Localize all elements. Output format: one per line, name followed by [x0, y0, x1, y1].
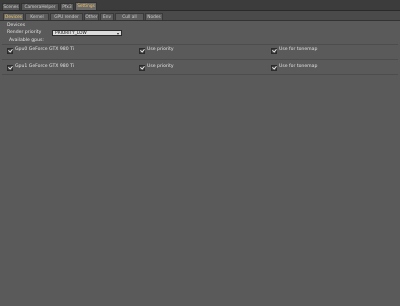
render-priority-label: Render priority: [7, 30, 42, 35]
gpu1-name: Gpu1 GeForce GTX 980 Ti: [15, 64, 75, 69]
gpu0-use-priority-label: Use priority: [147, 47, 174, 52]
tab-scenes[interactable]: Scenes: [2, 3, 20, 10]
tab-camera-helper[interactable]: CameraHelper: [21, 3, 59, 10]
tab-kernel[interactable]: Kernel: [25, 13, 49, 20]
divider: [2, 59, 398, 60]
gpu1-use-priority-label: Use priority: [147, 64, 174, 69]
chevron-down-icon: [117, 32, 119, 35]
gpu1-use-for-tonemap-label: Use for tonemap: [279, 64, 318, 69]
tab-cull-all[interactable]: Cull all: [115, 13, 144, 20]
gpu0-name: Gpu0 GeForce GTX 980 Ti: [15, 47, 75, 52]
gpu1-use-for-tonemap-checkbox[interactable]: [271, 65, 277, 71]
tab-devices[interactable]: Devices: [3, 13, 24, 20]
render-priority-value: PRIORITY_LOW: [55, 31, 87, 36]
gpu1-use-priority-checkbox[interactable]: [139, 65, 145, 71]
tab-gpu-render[interactable]: GPU render: [50, 13, 83, 20]
devices-group-label: Devices: [7, 23, 26, 28]
settings-tab-bar: Devices Kernel GPU render Other Env Cull…: [0, 11, 400, 21]
gpu1-enable-checkbox[interactable]: [7, 65, 13, 71]
gpu0-use-for-tonemap-checkbox[interactable]: [271, 48, 277, 54]
window-tab-bar: Scenes CameraHelper Pfx3 Settings: [0, 0, 400, 11]
tab-nodes[interactable]: Nodes: [145, 13, 163, 20]
tab-settings[interactable]: Settings: [75, 2, 97, 10]
tab-other[interactable]: Other: [84, 13, 99, 20]
tab-pfx3[interactable]: Pfx3: [60, 3, 74, 10]
devices-panel: Devices Render priority PRIORITY_LOW Ava…: [0, 21, 400, 306]
tab-env[interactable]: Env: [100, 13, 114, 20]
render-priority-select[interactable]: PRIORITY_LOW: [52, 30, 122, 36]
divider: [2, 44, 398, 45]
gpu0-use-for-tonemap-label: Use for tonemap: [279, 47, 318, 52]
divider: [2, 74, 398, 75]
gpu0-enable-checkbox[interactable]: [7, 48, 13, 54]
gpu0-use-priority-checkbox[interactable]: [139, 48, 145, 54]
